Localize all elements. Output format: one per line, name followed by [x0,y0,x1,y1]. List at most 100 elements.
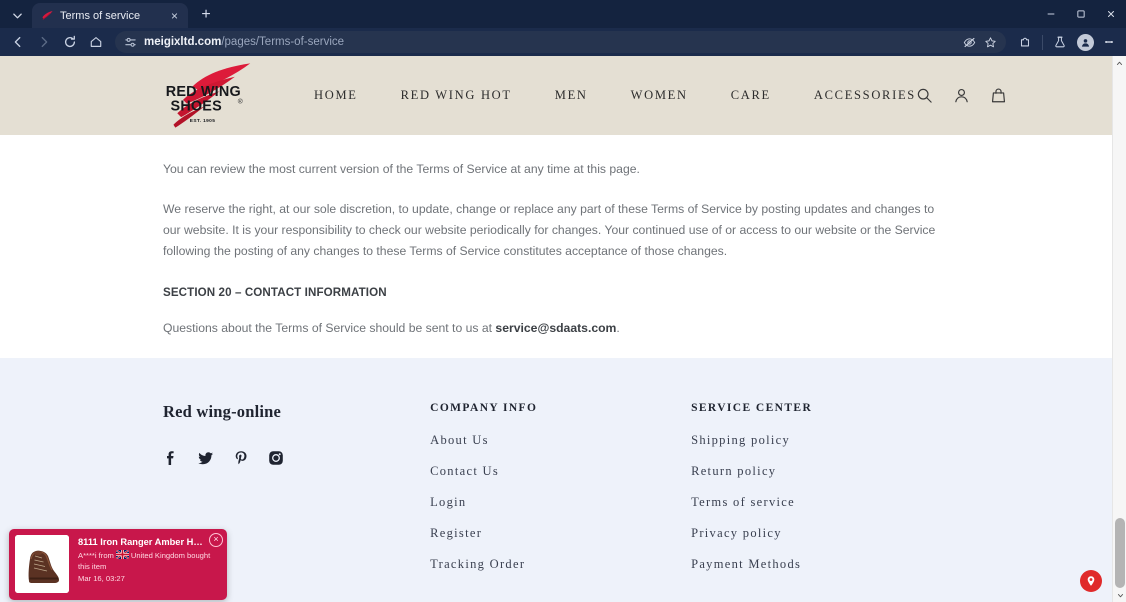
site-header: RED WING SHOES ® EST. 1905 HOME RED WING… [0,56,1112,135]
browser-window: Terms of service × + meigixltd.com/pages… [0,0,1126,602]
footer-heading-company-info: COMPANY INFO [430,402,538,414]
united-kingdom-flag-icon [115,550,129,559]
footer-link-terms-of-service[interactable]: Terms of service [691,495,952,510]
browser-menu-button[interactable] [1098,31,1120,53]
browser-tab[interactable]: Terms of service × [32,3,188,28]
popup-body: 8111 Iron Ranger Amber Harne… A****i fro… [69,533,223,594]
site-navigation: HOME RED WING HOT MEN WOMEN CARE ACCESSO… [314,88,916,103]
footer-link-return-policy[interactable]: Return policy [691,464,952,479]
scrollbar-thumb[interactable] [1115,518,1125,588]
maximize-icon [1077,10,1085,18]
nav-item-women[interactable]: WOMEN [631,88,688,103]
contact-email[interactable]: service@sdaats.com [495,321,616,335]
close-icon [1108,11,1114,17]
reload-icon [64,35,76,48]
footer-heading-service-center: SERVICE CENTER [691,402,813,414]
pinterest-icon[interactable] [233,450,249,466]
window-controls [1036,0,1126,28]
chevron-down-icon [12,12,22,18]
section-heading-contact-information: SECTION 20 – CONTACT INFORMATION [163,286,387,299]
search-icon[interactable] [916,87,933,104]
footer-link-contact-us[interactable]: Contact Us [430,464,691,479]
footer-link-shipping-policy[interactable]: Shipping policy [691,433,952,448]
cart-icon[interactable] [990,87,1007,104]
url-text: meigixltd.com/pages/Terms-of-service [144,36,344,48]
url-path: /pages/Terms-of-service [221,36,345,48]
nav-item-men[interactable]: MEN [555,88,588,103]
eye-slash-icon[interactable] [963,36,976,49]
back-arrow-icon [14,36,21,48]
paragraph-contact-email: Questions about the Terms of Service sho… [163,318,952,339]
scroll-down-button[interactable] [1113,588,1126,602]
minimize-button[interactable] [1036,0,1066,28]
maximize-button[interactable] [1066,0,1096,28]
sales-notification-popup[interactable]: 8111 Iron Ranger Amber Harne… A****i fro… [9,529,227,600]
new-tab-button[interactable]: + [193,3,219,27]
profile-avatar [1076,33,1094,51]
profile-button[interactable] [1073,30,1097,54]
person-icon [1081,38,1089,47]
forward-arrow-icon [41,36,48,48]
browser-toolbar: meigixltd.com/pages/Terms-of-service [0,28,1126,56]
nav-item-home[interactable]: HOME [314,88,358,103]
omnibox-actions [963,36,997,49]
tab-search-button[interactable] [4,3,30,27]
reload-button[interactable] [58,30,82,54]
svg-text:EST. 1905: EST. 1905 [190,117,216,123]
footer-column-company-info: COMPANY INFO About Us Contact Us Login R… [430,402,691,588]
facebook-icon[interactable] [163,450,179,466]
footer-link-privacy-policy[interactable]: Privacy policy [691,526,952,541]
instagram-icon[interactable] [268,450,284,466]
footer-link-register[interactable]: Register [430,526,691,541]
tab-title: Terms of service [60,9,141,22]
footer-link-tracking-order[interactable]: Tracking Order [430,557,691,572]
floating-action-button[interactable] [1080,570,1102,592]
twitter-icon[interactable] [198,450,214,466]
social-links [163,450,430,466]
kebab-dot [1110,40,1113,44]
svg-text:®: ® [238,97,243,105]
nav-item-care[interactable]: CARE [731,88,771,103]
nav-item-red-wing-hot[interactable]: RED WING HOT [401,88,512,103]
chevron-up-icon [1116,61,1123,65]
footer-brand-title: Red wing-online [163,402,282,421]
product-thumbnail[interactable] [15,535,69,593]
site-settings-icon[interactable] [124,36,137,49]
terms-of-service-article: You can review the most current version … [0,135,1112,339]
red-wing-shoes-logo[interactable]: RED WING SHOES ® EST. 1905 [160,61,256,131]
footer-link-payment-methods[interactable]: Payment Methods [691,557,952,572]
home-button[interactable] [84,30,108,54]
popup-message: A****i from United Kingdom bought this it… [78,550,221,572]
home-icon [90,37,102,47]
location-pin-icon [1087,576,1095,586]
popup-close-button[interactable]: × [209,533,223,547]
tab-close-button[interactable]: × [167,8,182,23]
toolbar-right-actions [1013,30,1120,54]
footer-link-about-us[interactable]: About Us [430,433,691,448]
labs-button[interactable] [1048,30,1072,54]
forward-button[interactable] [32,30,56,54]
flask-icon [1055,36,1065,48]
page-scrollbar[interactable] [1112,56,1126,602]
scroll-up-button[interactable] [1113,56,1126,70]
page-content: RED WING SHOES ® EST. 1905 HOME RED WING… [0,56,1112,602]
address-bar[interactable]: meigixltd.com/pages/Terms-of-service [115,31,1006,53]
footer-column-service-center: SERVICE CENTER Shipping policy Return po… [691,402,952,588]
extensions-button[interactable] [1013,30,1037,54]
star-icon[interactable] [984,36,997,49]
account-icon[interactable] [953,87,970,104]
page-viewport: RED WING SHOES ® EST. 1905 HOME RED WING… [0,56,1126,602]
nav-item-accessories[interactable]: ACCESSORIES [814,88,916,103]
footer-link-login[interactable]: Login [430,495,691,510]
chevron-down-icon [1117,593,1123,597]
paragraph-reserve-right: We reserve the right, at our sole discre… [163,202,936,258]
back-button[interactable] [6,30,30,54]
popup-product-title: 8111 Iron Ranger Amber Harne… [78,537,221,547]
toolbar-divider [1042,34,1043,50]
close-window-button[interactable] [1096,0,1126,28]
minimize-icon [1047,13,1055,15]
contact-text-suffix: . [616,321,620,335]
tab-strip: Terms of service × + [0,0,1126,28]
contact-text-prefix: Questions about the Terms of Service sho… [163,321,496,335]
svg-text:SHOES: SHOES [171,98,223,114]
